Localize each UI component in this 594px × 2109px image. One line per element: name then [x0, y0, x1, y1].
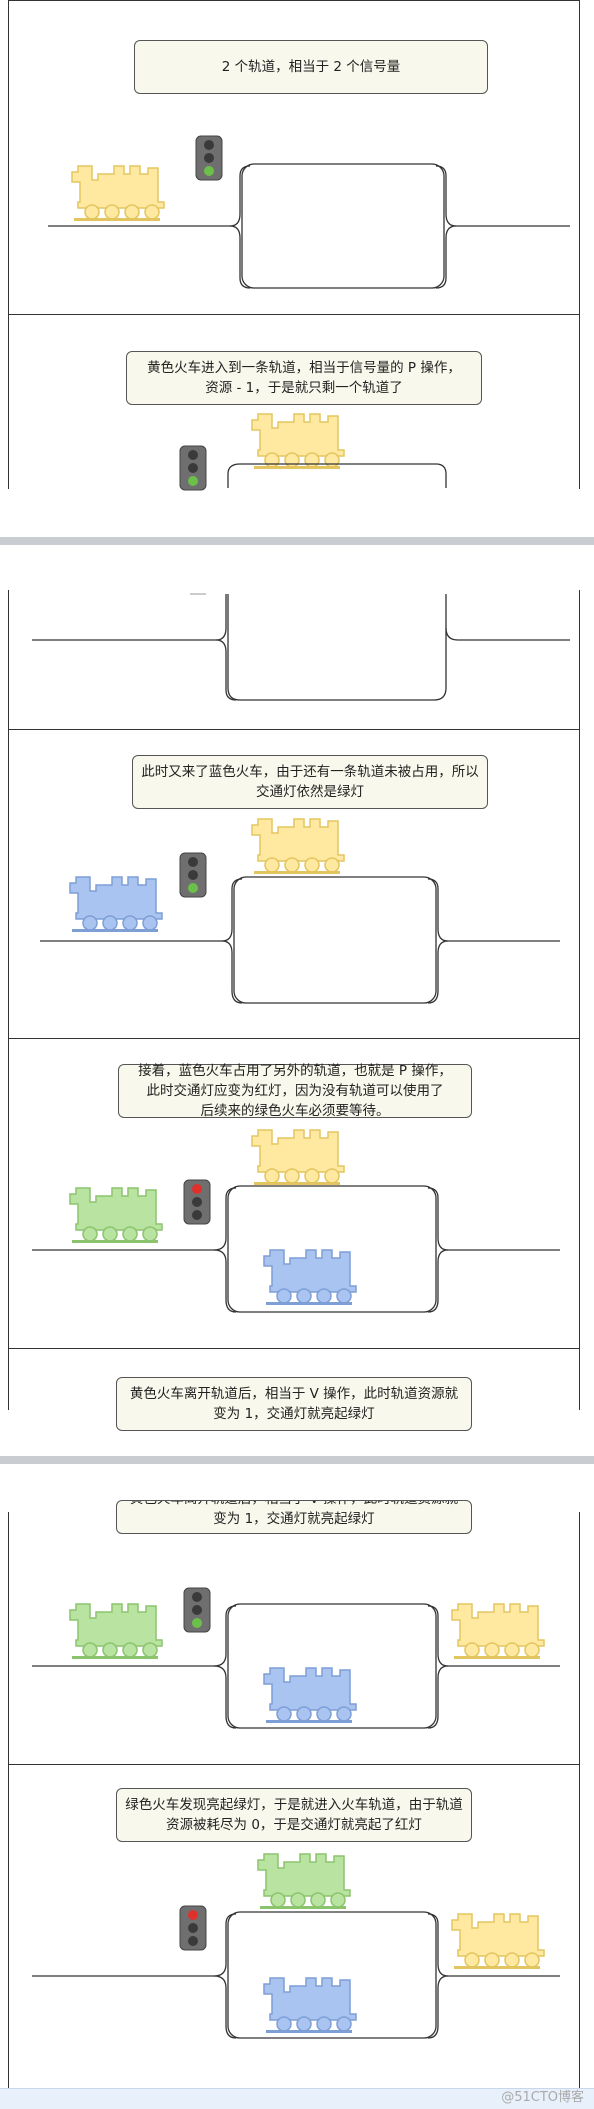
panel-4-scene — [32, 1129, 560, 1313]
yellow-train — [451, 1913, 545, 1969]
panel-1-scene — [48, 135, 570, 289]
traffic-light-green — [179, 445, 207, 491]
yellow-train — [251, 1129, 345, 1185]
track-right-lower — [427, 1665, 449, 1729]
track-right — [435, 165, 570, 227]
track-right — [427, 878, 560, 942]
traffic-light-green — [195, 135, 223, 181]
track-box — [233, 876, 437, 1004]
yellow-train — [251, 413, 345, 469]
track-right — [445, 627, 570, 641]
track-left-lower — [229, 225, 251, 289]
panel-divider — [8, 1348, 579, 1349]
blue-train — [263, 1977, 357, 2033]
track-left-lower — [213, 1975, 237, 2039]
green-train — [69, 1187, 163, 1243]
track-left-lower — [213, 1665, 237, 1729]
traffic-light-red — [183, 1179, 211, 1225]
track-box — [227, 1185, 437, 1313]
green-train — [257, 1853, 351, 1909]
track-box — [241, 163, 445, 289]
traffic-light-green — [183, 1587, 211, 1633]
blue-train — [263, 1667, 357, 1723]
blue-train — [69, 876, 163, 932]
track-left-lower — [221, 940, 243, 1004]
yellow-train — [71, 165, 165, 221]
panel-2-scene-continued — [32, 593, 570, 701]
panel-2-scene — [179, 413, 447, 491]
watermark: @51CTO博客 — [501, 2090, 584, 2105]
yellow-train — [251, 818, 345, 874]
track-left-lower — [215, 639, 237, 701]
track-right — [427, 1187, 560, 1251]
panel-5-scene — [32, 1587, 560, 1729]
track-right-lower — [435, 225, 457, 289]
panel-6-scene — [32, 1853, 560, 2039]
track-right-lower — [427, 1249, 449, 1313]
yellow-train — [451, 1603, 545, 1659]
track-right-lower — [427, 1975, 449, 2039]
blue-train — [263, 1249, 357, 1305]
traffic-light-red — [179, 1905, 207, 1951]
section-gap — [0, 1456, 594, 1464]
track-left-lower — [213, 1249, 237, 1313]
caption-panel-5: 黄色火车离开轨道后，相当于 V 操作，此时轨道资源就 变为 1，交通灯就亮起绿灯 — [116, 1377, 472, 1431]
track-left — [32, 594, 227, 641]
panel-3-scene — [40, 818, 560, 1004]
section-gap — [0, 537, 594, 545]
track-right-lower — [427, 940, 449, 1004]
track-box-lower — [227, 594, 447, 701]
traffic-light-green — [179, 852, 207, 898]
green-train — [69, 1603, 163, 1659]
